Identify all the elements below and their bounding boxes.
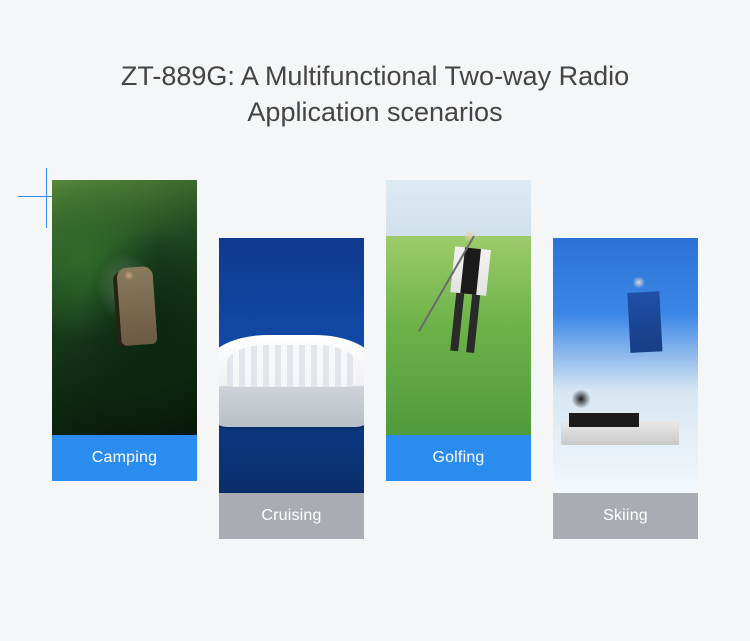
scenario-card-cruising: Cruising (219, 238, 364, 539)
page-title-line1: ZT-889G: A Multifunctional Two-way Radio (121, 61, 629, 91)
scenario-image-cruising (219, 238, 364, 493)
page-title-line2: Application scenarios (247, 97, 502, 127)
scenario-cards: Camping Cruising Golfing Skiing (0, 180, 750, 539)
page-title: ZT-889G: A Multifunctional Two-way Radio… (0, 0, 750, 131)
scenario-card-skiing: Skiing (553, 238, 698, 539)
scenario-image-skiing (553, 238, 698, 493)
scenario-caption: Skiing (553, 493, 698, 539)
scenario-caption: Camping (52, 435, 197, 481)
scenario-card-golfing: Golfing (386, 180, 531, 539)
scenario-image-golfing (386, 180, 531, 435)
scenario-caption: Golfing (386, 435, 531, 481)
scenario-caption: Cruising (219, 493, 364, 539)
scenario-card-camping: Camping (52, 180, 197, 539)
scenario-image-camping (52, 180, 197, 435)
